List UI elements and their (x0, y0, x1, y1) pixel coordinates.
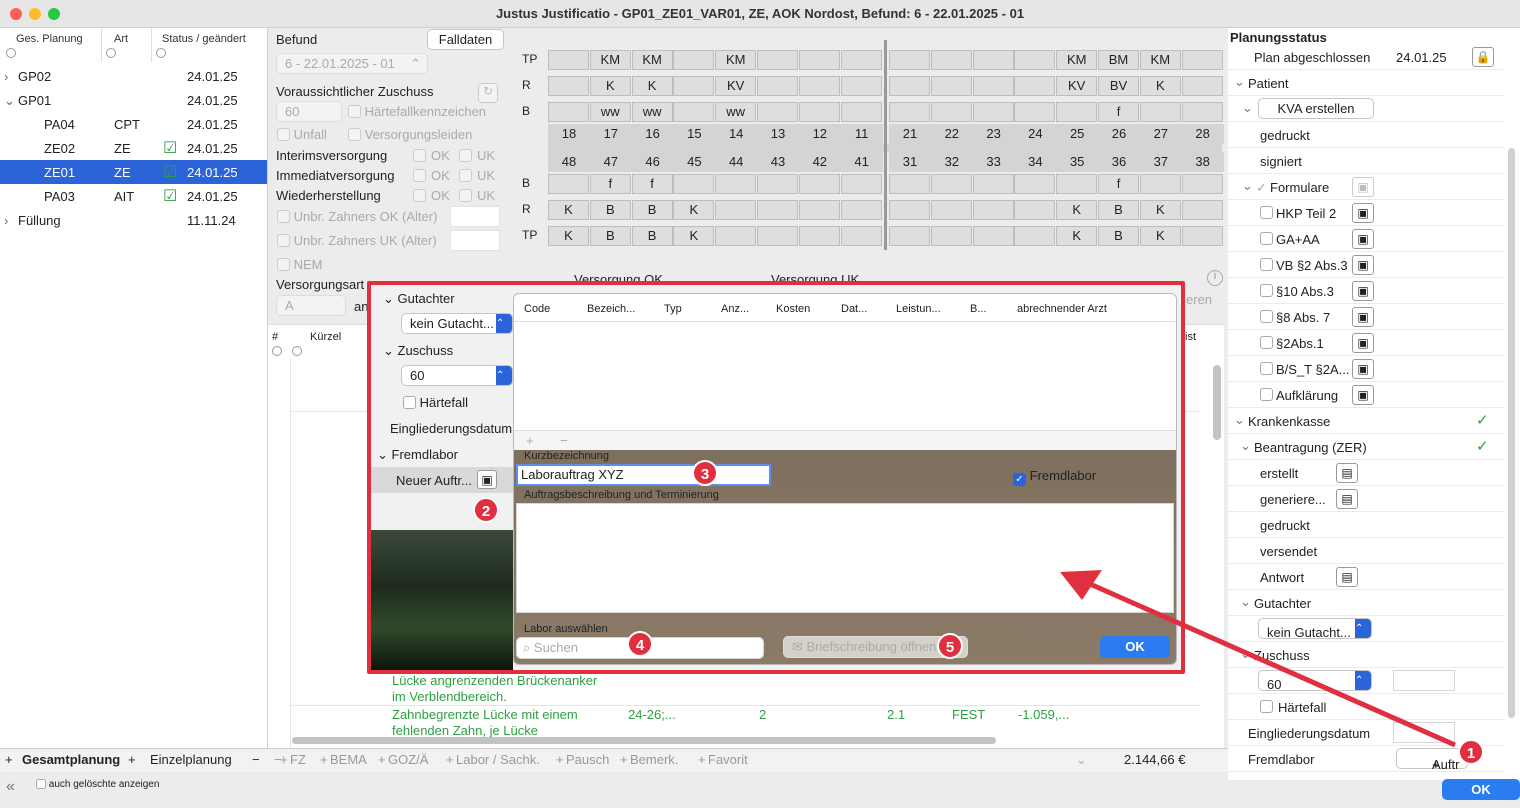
badge-1: 1 (1458, 739, 1484, 765)
annotation-arrow (1060, 570, 1457, 748)
arrow-line (1088, 581, 1457, 748)
badge-4: 4 (627, 631, 653, 657)
badge-2: 2 (473, 497, 499, 523)
badge-5: 5 (937, 633, 963, 659)
badge-3: 3 (692, 460, 718, 486)
